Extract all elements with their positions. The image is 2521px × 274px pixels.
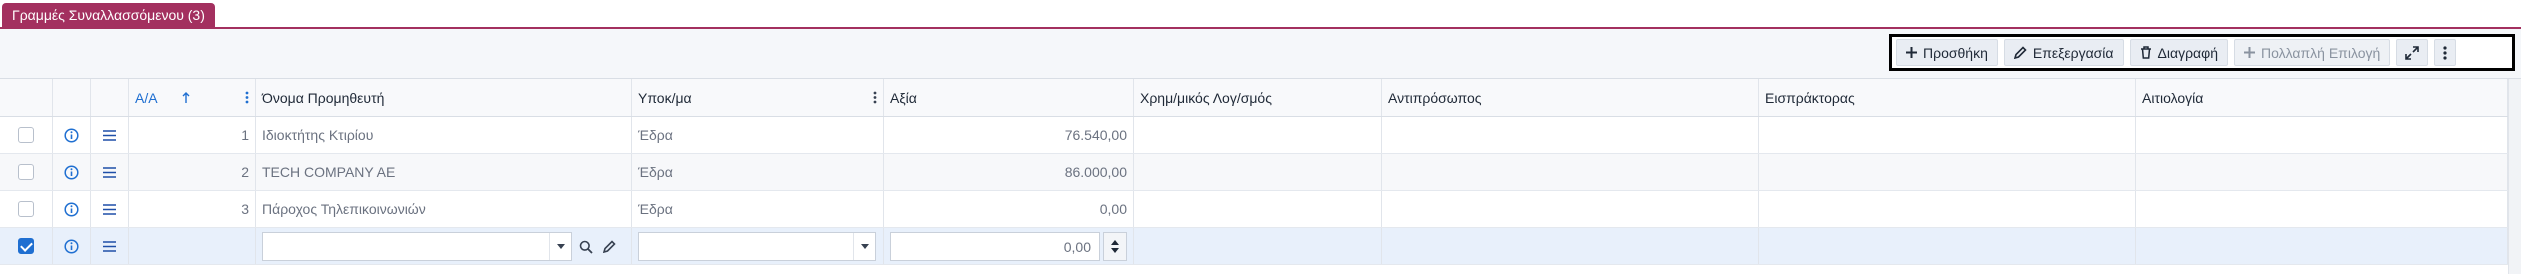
cell-collector [1759,117,2136,153]
info-icon[interactable] [64,164,79,180]
menu-icon[interactable] [103,240,116,252]
cell-value: 76.540,00 [884,117,1134,153]
branch-select-value[interactable] [639,233,853,260]
cell-supplier-editor [256,228,632,264]
add-button[interactable]: Προσθήκη [1896,39,1998,66]
cell-branch: Έδρα [632,154,884,190]
table-row[interactable]: 2 TECH COMPANY AE Έδρα 86.000,00 [0,154,2508,191]
header-reason[interactable]: Αιτιολογία [2136,79,2508,116]
menu-icon[interactable] [103,129,116,141]
cell-representative [1382,117,1759,153]
cell-account [1134,154,1382,190]
delete-button-label: Διαγραφή [2157,44,2218,61]
header-representative[interactable]: Αντιπρόσωπος [1382,79,1759,116]
sort-up-icon [182,92,190,103]
cell-supplier: TECH COMPANY AE [256,154,632,190]
tab-transaction-lines[interactable]: Γραμμές Συναλλασσόμενου (3) [2,3,215,27]
plus-icon [2244,47,2255,58]
cell-representative [1382,191,1759,227]
supplier-select[interactable] [262,232,572,261]
value-stepper[interactable] [1103,232,1127,261]
menu-icon[interactable] [103,203,116,215]
tab-bar: Γραμμές Συναλλασσόμενου (3) [0,0,2521,29]
value-input[interactable]: 0,00 [890,232,1100,261]
header-collector[interactable]: Εισπράκτορας [1759,79,2136,116]
info-icon[interactable] [64,127,79,143]
table-row[interactable]: 1 Ιδιοκτήτης Κτιρίου Έδρα 76.540,00 [0,117,2508,154]
row-checkbox[interactable] [18,201,34,217]
toolbar: Προσθήκη Επεξεργασία Διαγραφή Πολλαπλή Ε… [1889,34,2515,71]
column-menu-icon[interactable] [245,91,249,104]
header-aa[interactable]: Α/Α [129,79,256,116]
new-row[interactable]: 0,00 [0,228,2508,265]
header-supplier[interactable]: Όνομα Προμηθευτή [256,79,632,116]
table-row[interactable]: 3 Πάροχος Τηλεπικοινωνιών Έδρα 0,00 [0,191,2508,228]
vertical-scrollbar[interactable] [2508,79,2521,274]
pencil-icon[interactable] [603,240,616,253]
delete-button[interactable]: Διαγραφή [2129,39,2228,66]
stepper-up-icon[interactable] [1111,240,1119,245]
cell-reason [2136,228,2508,264]
info-icon[interactable] [64,201,79,217]
plus-icon [1906,47,1917,58]
cell-value: 86.000,00 [884,154,1134,190]
cell-supplier: Πάροχος Τηλεπικοινωνιών [256,191,632,227]
cell-aa: 2 [129,154,256,190]
cell-aa: 3 [129,191,256,227]
cell-branch: Έδρα [632,117,884,153]
menu-icon[interactable] [103,166,116,178]
expand-icon [2405,45,2420,60]
lines-grid: Α/Α Όνομα Προμηθευτή Υποκ/μα Αξία Χρημ/μ… [0,78,2521,274]
multi-select-button[interactable]: Πολλαπλή Επιλογή [2234,39,2391,66]
edit-button-label: Επεξεργασία [2032,44,2114,61]
header-row: Α/Α Όνομα Προμηθευτή Υποκ/μα Αξία Χρημ/μ… [0,79,2508,117]
cell-account [1134,228,1382,264]
kebab-icon [2443,45,2447,60]
pencil-icon [2013,46,2027,59]
cell-account [1134,191,1382,227]
cell-reason [2136,154,2508,190]
chevron-down-icon[interactable] [556,244,565,249]
value-input-text[interactable]: 0,00 [891,233,1099,260]
info-icon[interactable] [64,238,79,254]
row-checkbox[interactable] [18,164,34,180]
search-icon[interactable] [579,240,593,254]
stepper-down-icon[interactable] [1111,248,1119,253]
info-header [53,79,91,116]
chevron-down-icon[interactable] [860,244,869,249]
header-branch-label: Υποκ/μα [638,89,692,106]
cell-branch: Έδρα [632,191,884,227]
trash-icon [2140,46,2151,59]
row-checkbox-checked[interactable] [18,238,34,254]
cell-aa: 1 [129,117,256,153]
header-account[interactable]: Χρημ/μικός Λογ/σμός [1134,79,1382,116]
cell-supplier: Ιδιοκτήτης Κτιρίου [256,117,632,153]
multi-select-label: Πολλαπλή Επιλογή [2261,44,2381,61]
column-menu-icon[interactable] [873,91,877,104]
branch-select[interactable] [638,232,876,261]
more-options-button[interactable] [2434,39,2457,66]
supplier-select-value[interactable] [263,233,549,260]
expand-button[interactable] [2396,39,2429,66]
cell-account [1134,117,1382,153]
select-all-header [0,79,53,116]
cell-collector [1759,228,2136,264]
edit-button[interactable]: Επεξεργασία [2003,39,2124,66]
cell-aa [129,228,256,264]
header-branch[interactable]: Υποκ/μα [632,79,884,116]
cell-collector [1759,154,2136,190]
cell-collector [1759,191,2136,227]
cell-reason [2136,191,2508,227]
cell-reason [2136,117,2508,153]
row-checkbox[interactable] [18,127,34,143]
add-button-label: Προσθήκη [1923,44,1988,61]
cell-representative [1382,154,1759,190]
cell-value: 0,00 [884,191,1134,227]
header-value[interactable]: Αξία [884,79,1134,116]
menu-header [91,79,129,116]
cell-value-editor: 0,00 [884,228,1134,264]
cell-branch-editor [632,228,884,264]
header-aa-label: Α/Α [135,89,158,106]
cell-representative [1382,228,1759,264]
